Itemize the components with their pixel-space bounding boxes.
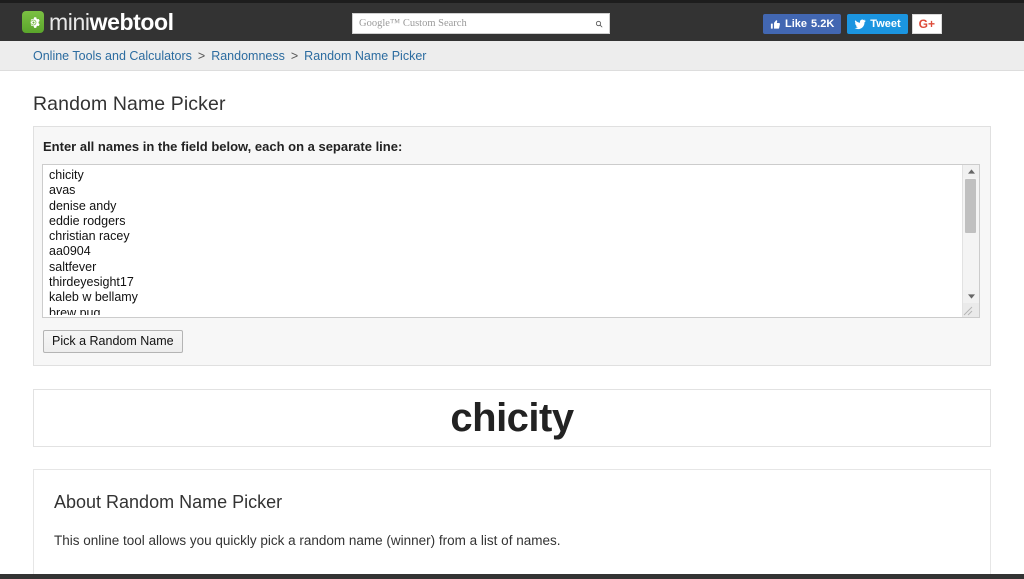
social-buttons: Like 5.2K Tweet G+ [763,14,942,34]
scroll-down-icon[interactable] [963,290,979,303]
breadcrumb-item-home[interactable]: Online Tools and Calculators [33,49,192,63]
gear-icon [22,11,44,33]
about-text: This online tool allows you quickly pick… [54,533,561,548]
site-header: miniwebtool Like 5.2K Tweet G+ [0,3,1024,41]
logo-text: miniwebtool [49,8,174,35]
names-textarea[interactable]: chicity avas denise andy eddie rodgers c… [42,164,980,318]
names-textarea-value: chicity avas denise andy eddie rodgers c… [49,168,138,315]
facebook-like-count: 5.2K [811,18,835,30]
breadcrumb-item-current[interactable]: Random Name Picker [304,49,426,63]
search-box[interactable] [352,13,610,34]
logo-text-webtool: webtool [89,8,174,35]
breadcrumb-separator: > [197,48,206,63]
scrollbar-thumb[interactable] [965,179,976,233]
about-title: About Random Name Picker [54,492,283,512]
tweet-label: Tweet [870,18,901,30]
scroll-up-icon[interactable] [963,165,979,178]
names-field-label: Enter all names in the field below, each… [43,139,403,154]
breadcrumb-item-randomness[interactable]: Randomness [211,49,285,63]
site-logo[interactable]: miniwebtool [22,8,174,35]
google-plus-button[interactable]: G+ [911,14,942,34]
result-panel: chicity [33,389,991,447]
search-icon[interactable] [589,15,609,32]
page-content: Random Name Picker Enter all names in th… [0,93,1024,577]
textarea-resize-grip[interactable] [963,303,979,317]
twitter-bird-icon [854,19,866,30]
breadcrumb-separator: > [290,48,299,63]
page-title: Random Name Picker [33,93,226,115]
google-plus-label: G+ [918,17,935,31]
logo-text-mini: mini [49,8,90,35]
thumbs-up-icon [770,19,780,29]
winner-name: chicity [450,395,574,440]
textarea-scrollbar[interactable] [962,165,979,317]
footer-strip [0,574,1024,579]
about-panel: About Random Name Picker This online too… [33,469,991,577]
facebook-like-button[interactable]: Like 5.2K [763,14,842,34]
tweet-button[interactable]: Tweet [847,14,908,34]
breadcrumb: Online Tools and Calculators > Randomnes… [0,41,1024,71]
name-picker-form: Enter all names in the field below, each… [33,126,991,366]
facebook-like-label: Like [785,18,808,30]
search-input[interactable] [353,18,589,29]
pick-random-name-button[interactable]: Pick a Random Name [43,330,183,353]
